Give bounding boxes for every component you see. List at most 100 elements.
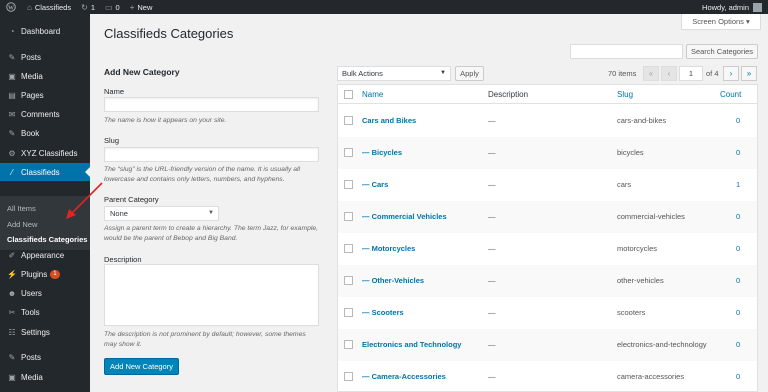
category-count-link[interactable]: 0 xyxy=(736,212,740,221)
add-new-category-button[interactable]: Add New Category xyxy=(104,358,179,375)
sidebar-item-label: Tools xyxy=(21,307,40,317)
row-checkbox[interactable] xyxy=(344,340,353,349)
category-count-link[interactable]: 1 xyxy=(736,180,740,189)
avatar xyxy=(753,2,762,12)
page-icon: ▤ xyxy=(8,90,16,100)
name-help: The name is how it appears on your site. xyxy=(104,117,227,124)
updates-link[interactable]: ↻ 1 xyxy=(76,0,100,14)
category-slug: camera-accessories xyxy=(617,372,685,381)
sidebar-item-plugins[interactable]: ⚡ Plugins 1 xyxy=(0,265,90,283)
row-checkbox[interactable] xyxy=(344,116,353,125)
description-label: Description xyxy=(104,255,142,264)
category-count-link[interactable]: 0 xyxy=(736,244,740,253)
last-page-button[interactable]: » xyxy=(741,66,757,81)
column-slug[interactable]: Slug xyxy=(617,90,633,99)
wordpress-logo-icon[interactable]: W xyxy=(0,0,22,14)
category-name-link[interactable]: — Camera-Accessories xyxy=(362,372,446,381)
category-count-link[interactable]: 0 xyxy=(736,372,740,381)
table-row: — Camera-Accessories — camera-accessories 0 xyxy=(338,361,757,392)
items-count: 70 items xyxy=(608,69,637,78)
sidebar-item-comments[interactable]: ✉ Comments xyxy=(0,105,90,123)
media-icon: ▣ xyxy=(8,372,16,382)
category-name-link[interactable]: Electronics and Technology xyxy=(362,340,461,349)
wrench-icon: ✂ xyxy=(8,307,16,317)
sidebar-item-classifieds[interactable]: ⁄ Classifieds xyxy=(0,163,90,181)
total-pages: of 4 xyxy=(706,69,719,78)
row-checkbox[interactable] xyxy=(344,308,353,317)
category-name-link[interactable]: — Motorcycles xyxy=(362,244,415,253)
screen-options-button[interactable]: Screen Options ▾ xyxy=(681,14,761,30)
category-name-link[interactable]: Cars and Bikes xyxy=(362,116,416,125)
new-label: New xyxy=(137,2,153,12)
category-description: — xyxy=(488,148,496,157)
comments-count: 0 xyxy=(115,2,120,12)
sidebar-item-label: XYZ Classifieds xyxy=(21,148,78,158)
parent-category-label: Parent Category xyxy=(104,195,159,204)
new-content-link[interactable]: + New xyxy=(125,0,158,14)
column-count[interactable]: Count xyxy=(720,90,741,99)
submenu-add-new[interactable]: Add New xyxy=(7,220,37,229)
name-label: Name xyxy=(104,87,125,96)
slug-field[interactable] xyxy=(104,147,319,162)
sidebar-item-label: Media xyxy=(21,372,43,382)
sidebar-item-book[interactable]: ✎ Book xyxy=(0,124,90,142)
column-description[interactable]: Description xyxy=(488,90,528,99)
category-name-link[interactable]: — Cars xyxy=(362,180,388,189)
category-count-link[interactable]: 0 xyxy=(736,340,740,349)
settings-icon: ☷ xyxy=(8,327,16,337)
sidebar-item-label: Media xyxy=(21,71,43,81)
row-checkbox[interactable] xyxy=(344,148,353,157)
sidebar-item-dashboard[interactable]: ◔ Dashboard xyxy=(0,22,90,40)
sidebar-item-media[interactable]: ▣ Media xyxy=(0,368,90,386)
category-name-link[interactable]: — Other-Vehicles xyxy=(362,276,424,285)
description-textarea[interactable] xyxy=(104,264,319,326)
row-checkbox[interactable] xyxy=(344,276,353,285)
comments-link[interactable]: ▭ 0 xyxy=(100,0,125,14)
classifieds-submenu: All Items Add New Classifieds Categories xyxy=(0,196,90,250)
row-checkbox[interactable] xyxy=(344,212,353,221)
category-name-link[interactable]: — Scooters xyxy=(362,308,404,317)
row-checkbox[interactable] xyxy=(344,244,353,253)
sidebar-item-settings[interactable]: ☷ Settings xyxy=(0,323,90,341)
sidebar-item-posts[interactable]: ✎ Posts xyxy=(0,348,90,366)
submenu-all-items[interactable]: All Items xyxy=(7,204,36,213)
column-name[interactable]: Name xyxy=(362,90,383,99)
select-all-checkbox[interactable] xyxy=(344,90,353,99)
sidebar-item-tools[interactable]: ✂ Tools xyxy=(0,303,90,321)
table-row: Electronics and Technology — electronics-a… xyxy=(338,329,757,361)
next-page-button[interactable]: › xyxy=(723,66,739,81)
category-count-link[interactable]: 0 xyxy=(736,148,740,157)
category-count-link[interactable]: 0 xyxy=(736,116,740,125)
row-checkbox[interactable] xyxy=(344,180,353,189)
sidebar-item-pages[interactable]: ▤ Pages xyxy=(0,86,90,104)
category-name-link[interactable]: — Commercial Vehicles xyxy=(362,212,447,221)
parent-category-select[interactable]: None ▼ xyxy=(104,206,219,221)
dashboard-icon: ◔ xyxy=(9,26,15,36)
submenu-classifieds-categories[interactable]: Classifieds Categories xyxy=(7,235,87,244)
category-count-link[interactable]: 0 xyxy=(736,308,740,317)
sidebar-item-posts[interactable]: ✎ Posts xyxy=(0,48,90,66)
bulk-actions-select[interactable]: Bulk Actions ▼ xyxy=(337,66,451,81)
sidebar-item-label: Dashboard xyxy=(21,26,61,36)
sidebar-item-users[interactable]: ☻ Users xyxy=(0,284,90,302)
category-slug: electronics-and-technology xyxy=(617,340,707,349)
search-categories-button[interactable]: Search Categories xyxy=(686,44,758,59)
account-menu[interactable]: Howdy, admin xyxy=(697,0,768,14)
current-page-input[interactable]: 1 xyxy=(679,66,703,81)
sidebar-item-media[interactable]: ▣ Media xyxy=(0,67,90,85)
row-checkbox[interactable] xyxy=(344,372,353,381)
site-name-link[interactable]: ⌂ Classifieds xyxy=(22,0,76,14)
plugins-update-badge: 1 xyxy=(50,269,60,279)
sidebar-item-appearance[interactable]: ✐ Appearance xyxy=(0,246,90,264)
category-description: — xyxy=(488,372,496,381)
category-description: — xyxy=(488,212,496,221)
sidebar-item-label: Pages xyxy=(21,90,44,100)
table-header: Name Description Slug Count xyxy=(338,85,757,104)
name-field[interactable] xyxy=(104,97,319,112)
category-description: — xyxy=(488,116,496,125)
category-name-link[interactable]: — Bicycles xyxy=(362,148,402,157)
apply-button[interactable]: Apply xyxy=(455,66,484,81)
search-input[interactable] xyxy=(570,44,683,59)
category-count-link[interactable]: 0 xyxy=(736,276,740,285)
sidebar-item-xyz-classifieds[interactable]: ⚙ XYZ Classifieds xyxy=(0,144,90,162)
